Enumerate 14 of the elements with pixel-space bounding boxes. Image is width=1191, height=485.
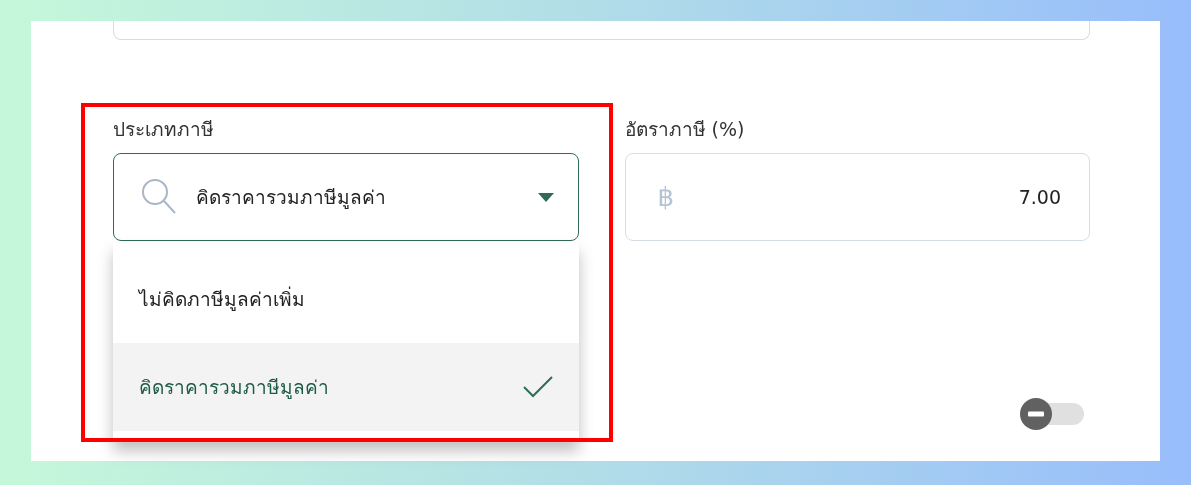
minus-icon: [1028, 411, 1044, 417]
select-value: คิดราคารวมภาษีมูลค่า: [196, 184, 387, 211]
caret-icon: [537, 192, 554, 202]
toggle-switch[interactable]: [1020, 398, 1084, 430]
tax-rate-field[interactable]: ฿ 7.00: [624, 153, 1090, 241]
field-label: อัตราภาษี (%): [624, 117, 745, 142]
currency-symbol: ฿: [657, 180, 675, 214]
field-value: 7.00: [1018, 184, 1061, 210]
input-field[interactable]: [113, 21, 1090, 40]
tax-type-select[interactable]: คิดราคารวมภาษีมูลค่า: [113, 153, 579, 241]
dropdown-option[interactable]: คิดราคารวมภาษีมูลค่า: [113, 343, 579, 431]
check-icon: [523, 376, 553, 398]
field-label: ประเภทภาษี: [113, 117, 214, 142]
dropdown-option[interactable]: ไม่คิดภาษีมูลค่าเพิ่ม: [113, 255, 579, 343]
